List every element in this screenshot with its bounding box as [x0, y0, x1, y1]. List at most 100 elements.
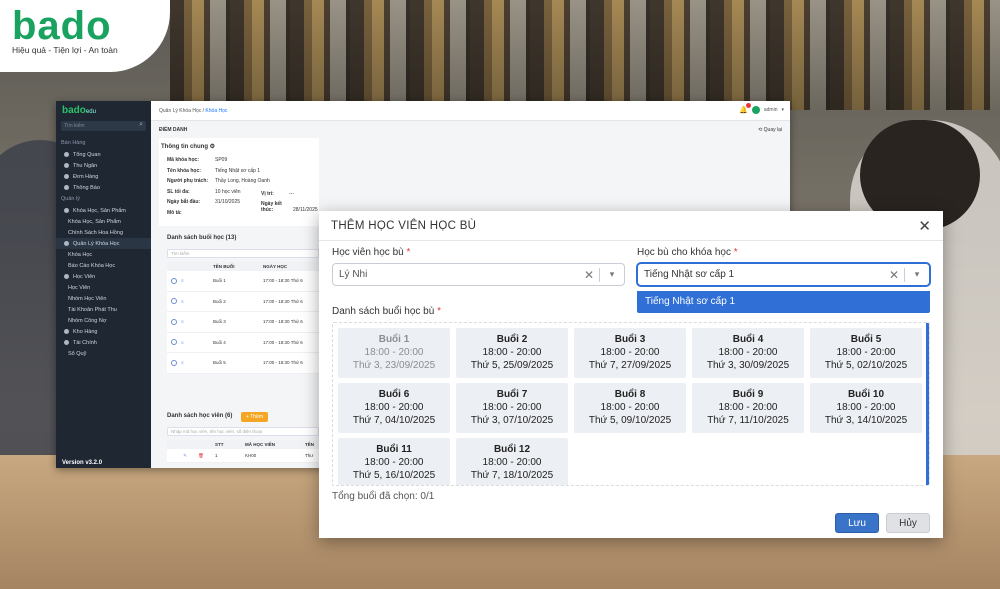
- table-row[interactable]: ≡ Buổi 1 17:00 - 18:30 Thứ 6: [167, 271, 319, 292]
- info-title: Thông tin chung ⚙: [161, 143, 215, 150]
- info-key: Tên khóa học:: [167, 167, 201, 174]
- sessions-search-input[interactable]: Tìm kiếm: [167, 249, 319, 258]
- menu-icon: [64, 152, 69, 157]
- session-card[interactable]: Buổi 11 18:00 - 20:00 Thứ 5, 16/10/2025: [338, 438, 450, 485]
- sidebar-subitem[interactable]: Nhóm Công Nợ: [56, 315, 151, 326]
- course-select[interactable]: Tiếng Nhật sơ cấp 1 ✕ ▾: [637, 263, 930, 286]
- cell-name: Thư: [305, 453, 314, 458]
- table-row[interactable]: ✎ 🗑 1 KH00 Thư: [167, 449, 319, 463]
- required-mark: *: [406, 247, 411, 258]
- session-name: Buổi 10: [847, 389, 885, 400]
- back-button[interactable]: ⟲ Quay lại: [758, 127, 782, 133]
- session-name: Buổi 12: [493, 444, 531, 455]
- globe-icon[interactable]: [171, 339, 177, 346]
- session-date: Thứ 5, 02/10/2025: [824, 360, 908, 371]
- breadcrumb-parent[interactable]: Quản Lý Khóa Học: [159, 108, 201, 114]
- sidebar-subitem[interactable]: Học Viên: [56, 282, 151, 293]
- sidebar-subitem[interactable]: Chính Sách Hoa Hồng: [56, 227, 151, 238]
- session-card[interactable]: Buổi 2 18:00 - 20:00 Thứ 5, 25/09/2025: [456, 328, 568, 378]
- globe-icon[interactable]: [171, 298, 177, 305]
- sidebar-subitem[interactable]: Nhóm Học Viên: [56, 293, 151, 304]
- table-row[interactable]: ≡ Buổi 4 17:00 - 18:30 Thứ 6: [167, 332, 319, 353]
- sidebar-item-label: Thu Ngân: [73, 162, 98, 169]
- sidebar-group-courses[interactable]: Quản Lý Khóa Học: [56, 238, 151, 249]
- students-search-input[interactable]: Nhập mã học viên, tên học viên, số điện …: [167, 427, 319, 436]
- info-key: Ngày kết thúc:: [261, 201, 282, 213]
- sidebar-item[interactable]: Thông Báo: [56, 182, 151, 193]
- header-name: TÊN BUỔI: [213, 264, 235, 269]
- student-select[interactable]: Lý Nhi ✕ ▾: [332, 263, 625, 286]
- sidebar-subitem[interactable]: Sổ Quỹ: [56, 348, 151, 359]
- sidebar-section-sales: Bán Hàng: [61, 140, 86, 146]
- user-menu[interactable]: 🔔 admin ▾: [739, 103, 784, 114]
- sessions-label: Danh sách buổi học bù *: [332, 306, 441, 317]
- table-row[interactable]: ≡ Buổi 3 17:00 - 18:30 Thứ 6: [167, 312, 319, 333]
- info-row: Tên khóa học: Tiếng Nhật sơ cấp 1: [167, 168, 260, 174]
- sidebar-item[interactable]: Đơn Hàng: [56, 171, 151, 182]
- breadcrumb-current[interactable]: Khóa Học: [205, 108, 227, 114]
- session-date: Thứ 7, 11/10/2025: [707, 415, 789, 426]
- table-row[interactable]: ≡ Buổi 2 17:00 - 18:30 Thứ 6: [167, 291, 319, 312]
- session-grid[interactable]: Buổi 1 18:00 - 20:00 Thứ 3, 23/09/2025 Buổi…: [332, 322, 930, 486]
- session-card[interactable]: Buổi 3 18:00 - 20:00 Thứ 7, 27/09/2025: [574, 328, 686, 378]
- trash-icon[interactable]: 🗑: [187, 453, 215, 459]
- sidebar-group-products[interactable]: Khóa Học, Sản Phẩm: [56, 205, 151, 216]
- course-option[interactable]: Tiếng Nhật sơ cấp 1: [637, 291, 930, 313]
- sidebar-subitem[interactable]: Khóa Học, Sản Phẩm: [56, 216, 151, 227]
- session-card[interactable]: Buổi 8 18:00 - 20:00 Thứ 5, 09/10/2025: [574, 383, 686, 433]
- sidebar-search[interactable]: Tìm kiếm ⌕: [61, 121, 146, 131]
- add-student-button[interactable]: + Thêm: [241, 412, 268, 422]
- session-name: Buổi 5: [850, 334, 882, 345]
- sidebar-group-students[interactable]: Học Viên: [56, 271, 151, 282]
- session-date: Thứ 5, 16/10/2025: [352, 470, 436, 481]
- session-time: 18:00 - 20:00: [482, 402, 542, 413]
- brand-logo-text: bado: [12, 4, 112, 48]
- scrollbar[interactable]: [926, 323, 929, 485]
- chevron-down-icon[interactable]: ▾: [600, 269, 624, 280]
- bell-icon[interactable]: 🔔: [739, 103, 751, 114]
- sidebar-group-label: Tài Chính: [73, 339, 97, 346]
- clear-icon[interactable]: ✕: [884, 268, 904, 282]
- edit-icon[interactable]: ✎: [167, 453, 187, 459]
- session-date: Thứ 5, 09/10/2025: [588, 415, 672, 426]
- globe-icon[interactable]: [171, 359, 177, 366]
- session-name: Buổi 9: [732, 389, 764, 400]
- save-button[interactable]: Lưu: [835, 513, 879, 533]
- session-card[interactable]: Buổi 4 18:00 - 20:00 Thứ 3, 30/09/2025: [692, 328, 804, 378]
- session-card[interactable]: Buổi 12 18:00 - 20:00 Thứ 7, 18/10/2025: [456, 438, 568, 485]
- chevron-down-icon[interactable]: ▾: [905, 269, 929, 280]
- clear-icon[interactable]: ✕: [579, 268, 599, 282]
- modal-header: THÊM HỌC VIÊN HỌC BÙ ✕: [319, 211, 943, 241]
- header-code: MÃ HỌC VIÊN: [245, 442, 276, 447]
- sidebar-group-label: Quản Lý Khóa Học: [73, 240, 120, 247]
- sidebar-item[interactable]: Thu Ngân: [56, 160, 151, 171]
- list-icon[interactable]: ≡: [181, 340, 189, 345]
- session-card[interactable]: Buổi 6 18:00 - 20:00 Thứ 7, 04/10/2025: [338, 383, 450, 433]
- cancel-button[interactable]: Hủy: [886, 513, 930, 533]
- session-card[interactable]: Buổi 10 18:00 - 20:00 Thứ 3, 14/10/2025: [810, 383, 922, 433]
- sidebar-item[interactable]: Tổng Quan: [56, 149, 151, 160]
- list-icon[interactable]: ≡: [181, 278, 189, 283]
- student-label: Học viên học bù *: [332, 247, 410, 258]
- session-card[interactable]: Buổi 9 18:00 - 20:00 Thứ 7, 11/10/2025: [692, 383, 804, 433]
- chevron-down-icon: ▾: [781, 107, 784, 113]
- sidebar-subitem[interactable]: Báo Cáo Khóa Học: [56, 260, 151, 271]
- session-card[interactable]: Buổi 7 18:00 - 20:00 Thứ 3, 07/10/2025: [456, 383, 568, 433]
- list-icon[interactable]: ≡: [181, 360, 189, 365]
- info-end-date: Ngày kết thúc: 28/11/2025: [261, 201, 318, 213]
- globe-icon[interactable]: [171, 277, 177, 284]
- back-label: Quay lại: [763, 127, 782, 133]
- list-icon[interactable]: ≡: [181, 299, 189, 304]
- sidebar-subitem[interactable]: Khóa Học: [56, 249, 151, 260]
- sidebar-group-warehouse[interactable]: Kho Hàng: [56, 326, 151, 337]
- info-row: Mô tả:: [167, 210, 215, 216]
- sidebar-subitem[interactable]: Tài Khoản Phát Thu: [56, 304, 151, 315]
- sidebar-group-finance[interactable]: Tài Chính: [56, 337, 151, 348]
- session-date: Thứ 7, 27/09/2025: [588, 360, 672, 371]
- close-icon[interactable]: ✕: [918, 217, 931, 235]
- header-name: TÊN: [305, 442, 314, 447]
- list-icon[interactable]: ≡: [181, 319, 189, 324]
- table-row[interactable]: ≡ Buổi 5 17:00 - 18:30 Thứ 6: [167, 353, 319, 374]
- globe-icon[interactable]: [171, 318, 177, 325]
- session-card[interactable]: Buổi 5 18:00 - 20:00 Thứ 5, 02/10/2025: [810, 328, 922, 378]
